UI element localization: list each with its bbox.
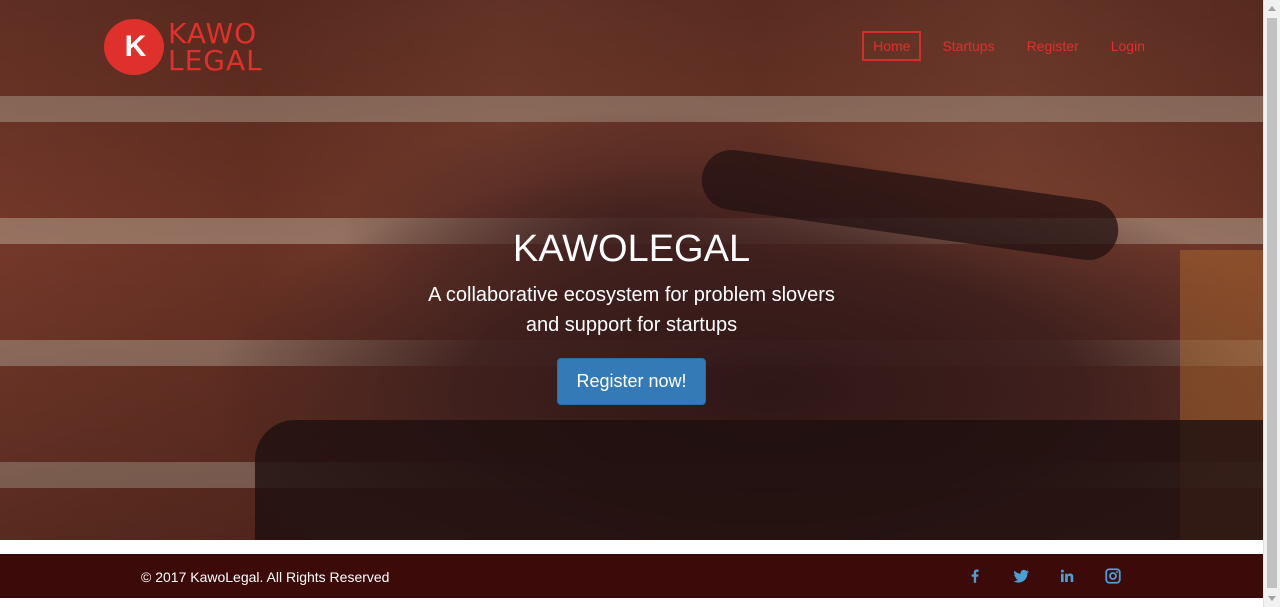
twitter-icon[interactable] [1011,566,1031,586]
logo-line-2: LEGAL [168,44,263,77]
social-links [965,566,1123,586]
nav-item-home[interactable]: Home [862,31,922,61]
brand-logo[interactable]: K KAWO LEGAL [104,18,263,76]
hero-subtitle-line-1: A collaborative ecosystem for problem sl… [428,284,835,306]
vertical-scrollbar[interactable] [1263,0,1280,607]
hero-title: KAWOLEGAL [512,228,751,270]
scroll-up-icon[interactable] [1268,6,1276,11]
instagram-icon[interactable] [1103,566,1123,586]
facebook-icon[interactable] [965,566,985,586]
hero-subtitle: A collaborative ecosystem for problem sl… [402,280,862,340]
hero-section: K KAWO LEGAL Home Startups Register Logi… [0,0,1263,540]
logo-line-1: KAWO [168,17,258,50]
hero-content: KAWOLEGAL A collaborative ecosystem for … [0,226,1263,405]
footer-copyright: © 2017 KawoLegal. All Rights Reserved [141,569,390,585]
page: K KAWO LEGAL Home Startups Register Logi… [0,0,1263,607]
nav-item-register[interactable]: Register [1016,31,1090,61]
footer: © 2017 KawoLegal. All Rights Reserved [0,554,1263,598]
section-divider [0,540,1263,554]
hero-background-bag [255,420,1263,540]
main-nav: Home Startups Register Login [852,31,1156,61]
logo-mark-icon: K [104,19,164,75]
logo-wordmark: KAWO LEGAL [168,17,263,77]
register-now-button[interactable]: Register now! [557,358,706,405]
nav-item-startups[interactable]: Startups [931,31,1005,61]
hero-subtitle-line-2: and support for startups [525,314,738,336]
scroll-thumb[interactable] [1267,18,1277,588]
linkedin-icon[interactable] [1057,566,1077,586]
logo-mark-letter: K [124,30,147,63]
nav-item-login[interactable]: Login [1100,31,1156,61]
scroll-down-icon[interactable] [1268,596,1276,601]
